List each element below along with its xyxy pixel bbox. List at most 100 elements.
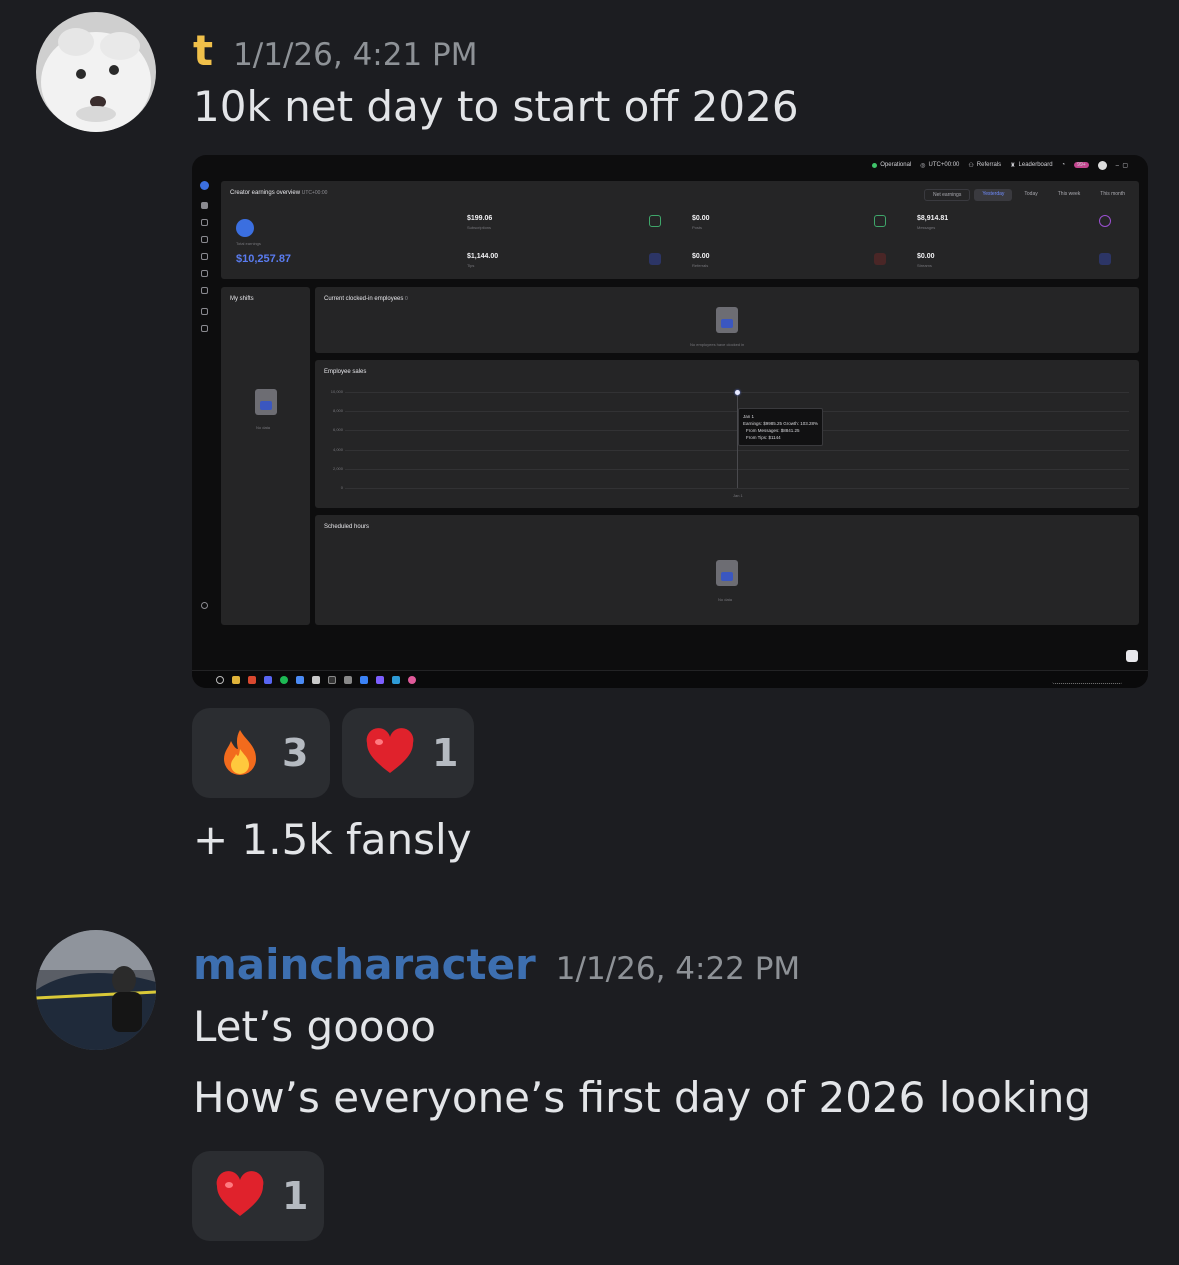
dashboard-icon [200,202,208,209]
card-value: $0.00 [692,253,710,260]
message-header: maincharacter 1/1/26, 4:22 PM [193,940,800,989]
onlyfans-logo-icon [236,219,254,237]
tab-this-month: This month [1100,191,1125,197]
nav-icon [200,236,208,243]
taskbar-app-icon [328,676,336,684]
clocked-in-title-text: Current clocked-in employees [324,296,404,302]
empty-state-icon [716,560,738,586]
subscriptions-icon [649,215,661,227]
my-shifts-title: My shifts [230,296,254,302]
streams-icon [1099,253,1111,265]
tooltip-line: Earnings: $9985.25 Growth: 103.28% [743,421,819,427]
avatar-t[interactable] [36,12,156,132]
message-text: + 1.5k fansly [193,815,472,864]
app-logo-icon [199,181,209,190]
tooltip-line: From Tips: $1144 [746,435,781,441]
help-icon [200,602,208,609]
nav-icon [200,308,208,315]
dashboard-sidebar [194,177,214,668]
timestamp: 1/1/26, 4:22 PM [555,951,801,987]
reaction-count: 3 [282,731,309,775]
taskbar-app-icon [376,676,384,684]
taskbar-app-icon [408,676,416,684]
timezone-indicator: ◎ UTC+00:00 [920,162,959,169]
windows-taskbar [192,670,1148,688]
heart-icon [214,1170,266,1222]
taskbar-app-icon [312,676,320,684]
dashboard-topbar: Operational ◎ UTC+00:00 ⚇ Referrals ♜ Leade… [192,155,1148,175]
total-earnings-label: Total earnings [236,241,261,246]
card-label: Streams [917,263,932,268]
x-tick-label: Jan 1 [733,493,743,498]
earnings-overview-panel: Creator earnings overview UTC+00:00 Net … [221,181,1139,279]
taskbar-app-icon [392,676,400,684]
overview-title: Creator earnings overview UTC+00:00 [230,190,327,196]
overview-title-text: Creator earnings overview [230,190,301,196]
message-text: Let’s goooo [193,1002,436,1051]
nav-icon [200,253,208,260]
period-tabs: Net earnings Yesterday Today This week T… [923,189,1133,201]
fire-icon [214,727,266,779]
status-label: Operational [880,162,912,168]
bell-icon: ◔ [1061,162,1066,168]
leaderboard-link: ♜ Leaderboard [1010,162,1052,169]
reaction-count: 1 [282,1174,309,1218]
referrals-link: ⚇ Referrals [968,162,1001,169]
empty-state-text: No data [256,425,271,430]
messages-icon [1099,215,1111,227]
reaction-bar: 1 [192,1151,324,1241]
chart-tooltip: Jan 1 Earnings: $9985.25 Growth: 103.28% F… [738,408,824,447]
heart-icon [364,727,416,779]
leaderboard-label: Leaderboard [1018,162,1053,168]
card-label: Posts [692,225,703,230]
image-attachment[interactable]: Operational ◎ UTC+00:00 ⚇ Referrals ♜ Leade… [192,155,1148,688]
data-point [735,390,740,396]
posts-icon [874,215,886,227]
total-earnings-value: $10,257.87 [236,253,292,265]
profile-icon [1097,160,1107,170]
reaction-heart[interactable]: 1 [342,708,474,798]
taskbar-app-icon [344,676,352,684]
status-indicator: Operational [872,162,911,168]
chat-fab-icon [1126,650,1138,662]
empty-state-icon [716,307,738,333]
reaction-heart[interactable]: 1 [192,1151,324,1241]
referrals-label: Referrals [976,162,1002,168]
card-label: Referrals [692,263,709,268]
reaction-count: 1 [432,731,459,775]
scheduled-hours-title: Scheduled hours [324,524,370,530]
taskbar-app-icon [280,676,288,684]
card-label: Subscriptions [467,225,492,230]
card-value: $0.00 [692,215,710,222]
sales-chart: 10,000 8,000 6,000 4,000 2,000 0 Jan 1 Jan 1 Ear… [315,360,1139,508]
referrals-icon [874,253,886,265]
globe-icon: ◎ [920,162,926,169]
y-tick-label: 8,000 [332,408,343,414]
clocked-in-count: 0 [405,296,408,302]
reaction-fire[interactable]: 3 [192,708,330,798]
employee-sales-panel: Employee sales 10,000 8,000 6,000 4,000 2,00… [315,360,1139,508]
overview-timezone: UTC+00:00 [301,190,328,196]
nav-icon [200,219,208,226]
message-header: t 1/1/26, 4:21 PM [193,26,477,75]
chart-gridline [345,488,1129,489]
clocked-in-title: Current clocked-in employees 0 [324,296,408,302]
tab-today: Today [1024,191,1038,197]
nav-icon [200,270,208,277]
notification-badge: 99+ [1074,162,1089,168]
empty-state-text: No employees have clocked in [690,342,745,347]
message-text: 10k net day to start off 2026 [193,82,799,131]
y-tick-label: 10,000 [330,389,343,394]
window-controls: – ▢ [1115,162,1128,169]
taskbar-app-icon [248,676,256,684]
empty-state-text: No data [718,597,733,602]
username[interactable]: t [193,26,213,75]
y-tick-label: 2,000 [332,465,343,471]
y-tick-label: 0 [340,485,343,490]
username[interactable]: maincharacter [193,940,536,989]
timezone-label: UTC+00:00 [928,162,960,168]
taskbar-app-icon [360,676,368,684]
tips-icon [649,253,661,265]
avatar-maincharacter[interactable] [36,930,156,1050]
message-text: How’s everyone’s first day of 2026 looki… [193,1073,1092,1122]
